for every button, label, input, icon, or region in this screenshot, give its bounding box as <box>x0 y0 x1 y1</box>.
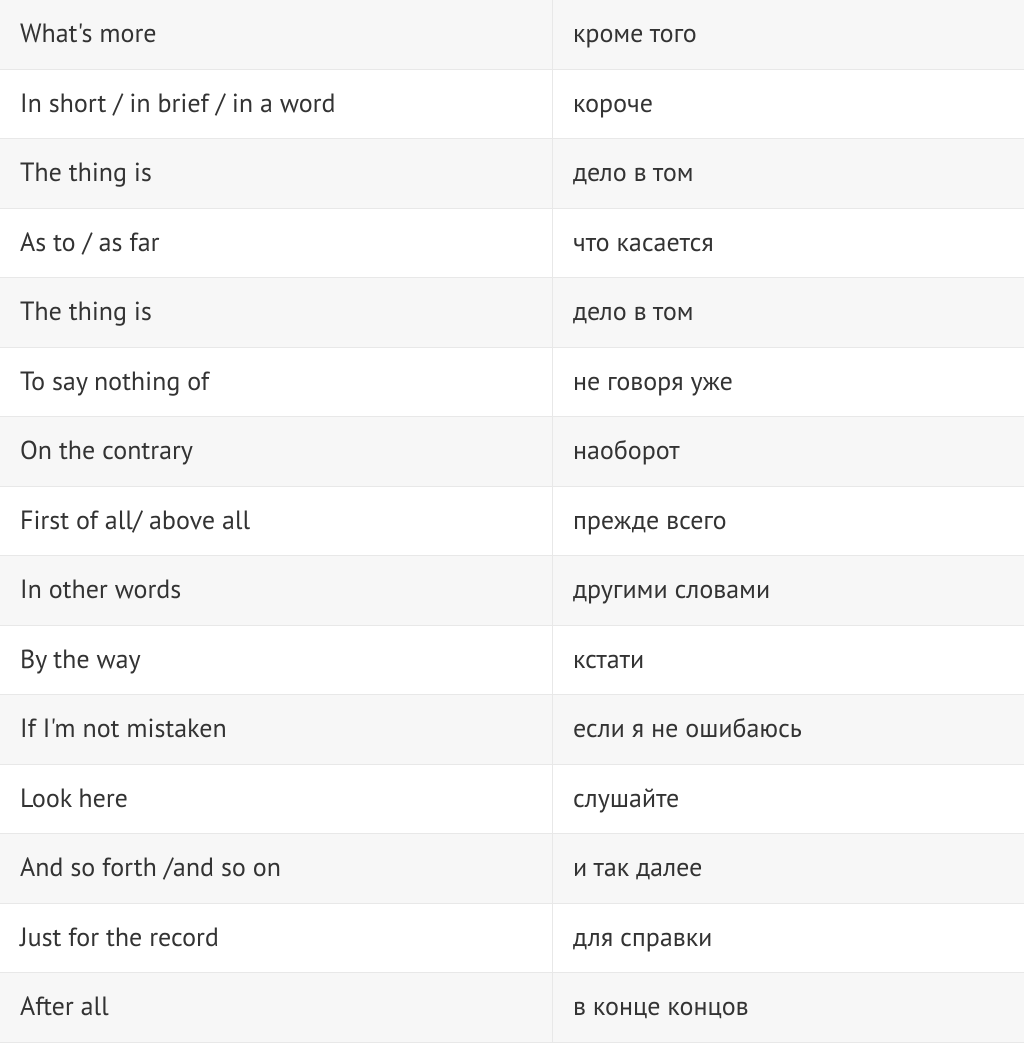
russian-translation: в конце концов <box>553 973 1024 1042</box>
table-row: Look hereслушайте <box>0 765 1024 835</box>
russian-translation: кроме того <box>553 0 1024 69</box>
english-phrase: In other words <box>0 556 553 625</box>
russian-translation: короче <box>553 70 1024 139</box>
table-row: In other wordsдругими словами <box>0 556 1024 626</box>
english-phrase: Look here <box>0 765 553 834</box>
english-phrase: By the way <box>0 626 553 695</box>
table-row: And so forth /and so onи так далее <box>0 834 1024 904</box>
table-row: In short / in brief / in a wordкороче <box>0 70 1024 140</box>
english-phrase: As to / as far <box>0 209 553 278</box>
english-phrase: The thing is <box>0 278 553 347</box>
table-row: What's moreкроме того <box>0 0 1024 70</box>
english-phrase: First of all/ above all <box>0 487 553 556</box>
russian-translation: и так далее <box>553 834 1024 903</box>
russian-translation: дело в том <box>553 278 1024 347</box>
english-phrase: To say nothing of <box>0 348 553 417</box>
table-row: Just for the recordдля справки <box>0 904 1024 974</box>
russian-translation: что касается <box>553 209 1024 278</box>
russian-translation: кстати <box>553 626 1024 695</box>
english-phrase: And so forth /and so on <box>0 834 553 903</box>
russian-translation: если я не ошибаюсь <box>553 695 1024 764</box>
table-row: By the wayкстати <box>0 626 1024 696</box>
russian-translation: дело в том <box>553 139 1024 208</box>
table-row: To say nothing ofне говоря уже <box>0 348 1024 418</box>
english-phrase: The thing is <box>0 139 553 208</box>
english-phrase: On the contrary <box>0 417 553 486</box>
english-phrase: After all <box>0 973 553 1042</box>
english-phrase: What's more <box>0 0 553 69</box>
phrases-table: What's moreкроме тогоIn short / in brief… <box>0 0 1024 1043</box>
russian-translation: не говоря уже <box>553 348 1024 417</box>
table-row: If I'm not mistakenесли я не ошибаюсь <box>0 695 1024 765</box>
english-phrase: Just for the record <box>0 904 553 973</box>
english-phrase: In short / in brief / in a word <box>0 70 553 139</box>
russian-translation: прежде всего <box>553 487 1024 556</box>
english-phrase: If I'm not mistaken <box>0 695 553 764</box>
table-row: As to / as farчто касается <box>0 209 1024 279</box>
table-row: First of all/ above allпрежде всего <box>0 487 1024 557</box>
russian-translation: слушайте <box>553 765 1024 834</box>
table-row: After allв конце концов <box>0 973 1024 1043</box>
table-row: The thing isдело в том <box>0 139 1024 209</box>
table-row: The thing isдело в том <box>0 278 1024 348</box>
russian-translation: другими словами <box>553 556 1024 625</box>
table-row: On the contraryнаоборот <box>0 417 1024 487</box>
russian-translation: наоборот <box>553 417 1024 486</box>
russian-translation: для справки <box>553 904 1024 973</box>
